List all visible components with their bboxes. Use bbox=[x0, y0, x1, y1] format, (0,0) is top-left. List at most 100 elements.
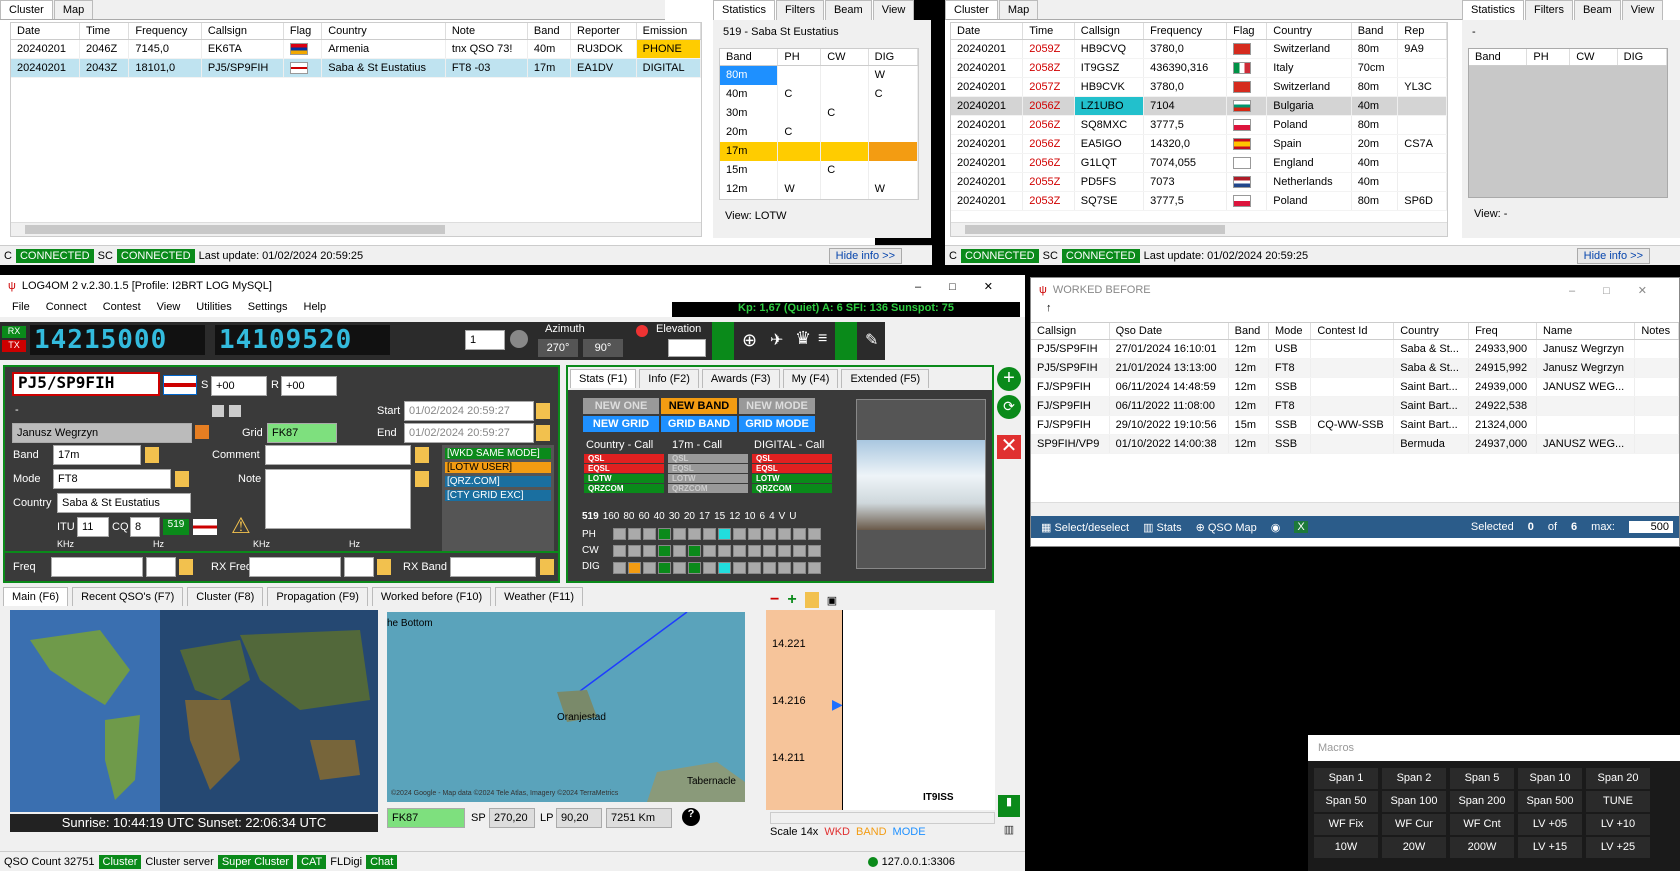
col-notes[interactable]: Notes bbox=[1634, 323, 1679, 340]
table-row[interactable]: 20240201 2056Z G1LQT 7074,055 England 40m bbox=[951, 153, 1447, 173]
lock-icon[interactable] bbox=[145, 447, 159, 463]
col-reporter[interactable]: Rep bbox=[1397, 23, 1447, 40]
menu-utilities[interactable]: Utilities bbox=[196, 301, 231, 313]
col-callsign[interactable]: Callsign bbox=[1074, 23, 1145, 40]
satellite-icon[interactable]: ✈ bbox=[770, 330, 783, 350]
macro-button[interactable]: 200W bbox=[1450, 837, 1514, 858]
table-row[interactable]: 20240201 2043Z 18101,0 PJ5/SP9FIH Saba &… bbox=[11, 58, 701, 78]
menu-file[interactable]: File bbox=[12, 301, 30, 313]
table-row[interactable]: PJ5/SP9FIH 21/01/2024 13:13:00 12m FT8 Saba … bbox=[1031, 358, 1679, 378]
vfo-selector[interactable]: 1 bbox=[465, 330, 505, 350]
window-controls[interactable]: –□✕ bbox=[915, 280, 1025, 293]
grid-mode-button[interactable]: GRID MODE bbox=[739, 416, 815, 432]
band-select[interactable]: 17m bbox=[53, 445, 141, 465]
azimuth-lp[interactable]: 90° bbox=[583, 339, 623, 357]
col-reporter[interactable]: Reporter bbox=[570, 23, 637, 40]
tab-worked-before[interactable]: Worked before (F10) bbox=[371, 587, 492, 606]
grid-input[interactable]: FK87 bbox=[267, 423, 337, 443]
radio-icon[interactable] bbox=[835, 322, 857, 360]
zoom-in-icon[interactable]: + bbox=[787, 591, 796, 609]
col-callsign[interactable]: Callsign bbox=[201, 23, 284, 40]
col-frequency[interactable]: Frequency bbox=[128, 23, 202, 40]
tab-stats[interactable]: Stats (F1) bbox=[570, 369, 637, 388]
frequency-display-sub[interactable]: 14109520 bbox=[215, 325, 390, 355]
elevation-input[interactable]: 0 bbox=[668, 339, 706, 357]
macro-button[interactable]: TUNE bbox=[1586, 791, 1650, 812]
tab-filters[interactable]: Filters bbox=[1525, 0, 1573, 20]
bandmap-side-icon[interactable]: ▮ bbox=[998, 795, 1020, 817]
macro-button[interactable]: Span 20 bbox=[1586, 768, 1650, 789]
macro-button[interactable]: LV +25 bbox=[1586, 837, 1650, 858]
col-frequency[interactable]: Frequency bbox=[1143, 23, 1228, 40]
menu-contest[interactable]: Contest bbox=[103, 301, 141, 313]
col-callsign[interactable]: Callsign bbox=[1031, 323, 1110, 340]
macro-button[interactable]: LV +10 bbox=[1586, 814, 1650, 835]
lock-icon[interactable] bbox=[536, 425, 550, 441]
stats-button[interactable]: ▥ Stats bbox=[1143, 521, 1182, 534]
col-country[interactable]: Country bbox=[1266, 23, 1352, 40]
zoom-out-icon[interactable]: − bbox=[770, 591, 779, 609]
new-mode-button[interactable]: NEW MODE bbox=[739, 398, 815, 414]
comment-input[interactable] bbox=[265, 445, 411, 465]
country-select[interactable]: Saba & St Eustatius bbox=[57, 493, 191, 513]
rst-rcvd-select[interactable]: +00 bbox=[281, 376, 337, 396]
lock-icon[interactable] bbox=[804, 592, 819, 608]
col-band[interactable]: Band bbox=[527, 23, 572, 40]
col-note[interactable]: Note bbox=[445, 23, 528, 40]
cat-status[interactable]: CAT bbox=[297, 854, 327, 869]
tab-cluster[interactable]: Cluster bbox=[945, 0, 998, 19]
col-flag[interactable]: Flag bbox=[283, 23, 323, 40]
itu-select[interactable]: 11 bbox=[77, 517, 109, 537]
table-row[interactable]: FJ/SP9FIH 06/11/2024 14:48:59 12m SSB Saint … bbox=[1031, 377, 1679, 397]
grid-band-button[interactable]: GRID BAND bbox=[661, 416, 737, 432]
col-date[interactable]: Date bbox=[951, 23, 1024, 40]
clear-button[interactable]: ✕ bbox=[997, 435, 1021, 459]
name-input[interactable]: Janusz Wegrzyn bbox=[12, 423, 192, 443]
hide-info-button[interactable]: Hide info >> bbox=[1576, 247, 1650, 264]
menu-settings[interactable]: Settings bbox=[248, 301, 288, 313]
horizontal-scrollbar[interactable] bbox=[11, 222, 701, 236]
table-row[interactable]: 20240201 2056Z SQ8MXC 3777,5 Poland 80m bbox=[951, 115, 1447, 135]
freq-khz-input[interactable]: 14215 bbox=[51, 557, 143, 577]
col-freq[interactable]: Freq bbox=[1468, 323, 1537, 340]
tab-cluster[interactable]: Cluster (F8) bbox=[187, 587, 264, 606]
menu-help[interactable]: Help bbox=[304, 301, 327, 313]
pin-icon[interactable]: ↑ bbox=[1031, 302, 1679, 322]
col-country[interactable]: Country bbox=[1393, 323, 1470, 340]
rst-sent-select[interactable]: +00 bbox=[211, 376, 267, 396]
start-datetime[interactable]: 01/02/2024 20:59:27 bbox=[404, 401, 534, 421]
lock-icon[interactable] bbox=[175, 471, 189, 487]
col-mode[interactable]: Mode bbox=[1268, 323, 1312, 340]
chat-status[interactable]: Chat bbox=[366, 854, 398, 869]
tab-my[interactable]: My (F4) bbox=[782, 369, 839, 388]
macro-button[interactable]: 20W bbox=[1382, 837, 1446, 858]
new-one-button[interactable]: NEW ONE bbox=[583, 398, 659, 414]
tab-propagation[interactable]: Propagation (F9) bbox=[267, 587, 368, 606]
tab-statistics[interactable]: Statistics bbox=[1462, 0, 1525, 20]
table-row[interactable]: 20240201 2055Z PD5FS 7073 Netherlands 40m bbox=[951, 172, 1447, 192]
col-date[interactable]: Date bbox=[11, 23, 81, 40]
cluster-server-status[interactable]: Cluster server bbox=[145, 856, 213, 868]
lock-icon[interactable] bbox=[415, 471, 429, 487]
bandmap-spots[interactable]: IT9ISS bbox=[842, 610, 995, 810]
new-grid-button[interactable]: NEW GRID bbox=[583, 416, 659, 432]
col-band[interactable]: Band bbox=[1228, 323, 1270, 340]
col-time[interactable]: Time bbox=[1022, 23, 1075, 40]
tab-view[interactable]: View bbox=[872, 0, 915, 20]
table-row[interactable]: 20240201 2059Z HB9CVQ 3780,0 Switzerland 80m 9… bbox=[951, 39, 1447, 59]
end-datetime[interactable]: 01/02/2024 20:59:27 bbox=[404, 423, 534, 443]
col-emission[interactable]: Emission bbox=[636, 23, 701, 40]
hide-info-button[interactable]: Hide info >> bbox=[828, 247, 902, 264]
table-row[interactable]: FJ/SP9FIH 06/11/2022 11:08:00 12m FT8 Saint … bbox=[1031, 396, 1679, 416]
rotator-icon[interactable] bbox=[636, 325, 648, 337]
macro-button[interactable]: Span 10 bbox=[1518, 768, 1582, 789]
macro-button[interactable]: Span 50 bbox=[1314, 791, 1378, 812]
window-controls[interactable]: –□✕ bbox=[1569, 284, 1679, 297]
small-button[interactable] bbox=[229, 405, 241, 417]
server-icon[interactable]: ≡ bbox=[818, 330, 827, 348]
tab-beam[interactable]: Beam bbox=[1573, 0, 1621, 20]
chart-icon[interactable]: ▥ bbox=[998, 823, 1020, 845]
macro-button[interactable]: Span 100 bbox=[1382, 791, 1446, 812]
col-contest-id[interactable]: Contest Id bbox=[1310, 323, 1395, 340]
spot-callsign[interactable]: IT9ISS bbox=[923, 792, 954, 803]
